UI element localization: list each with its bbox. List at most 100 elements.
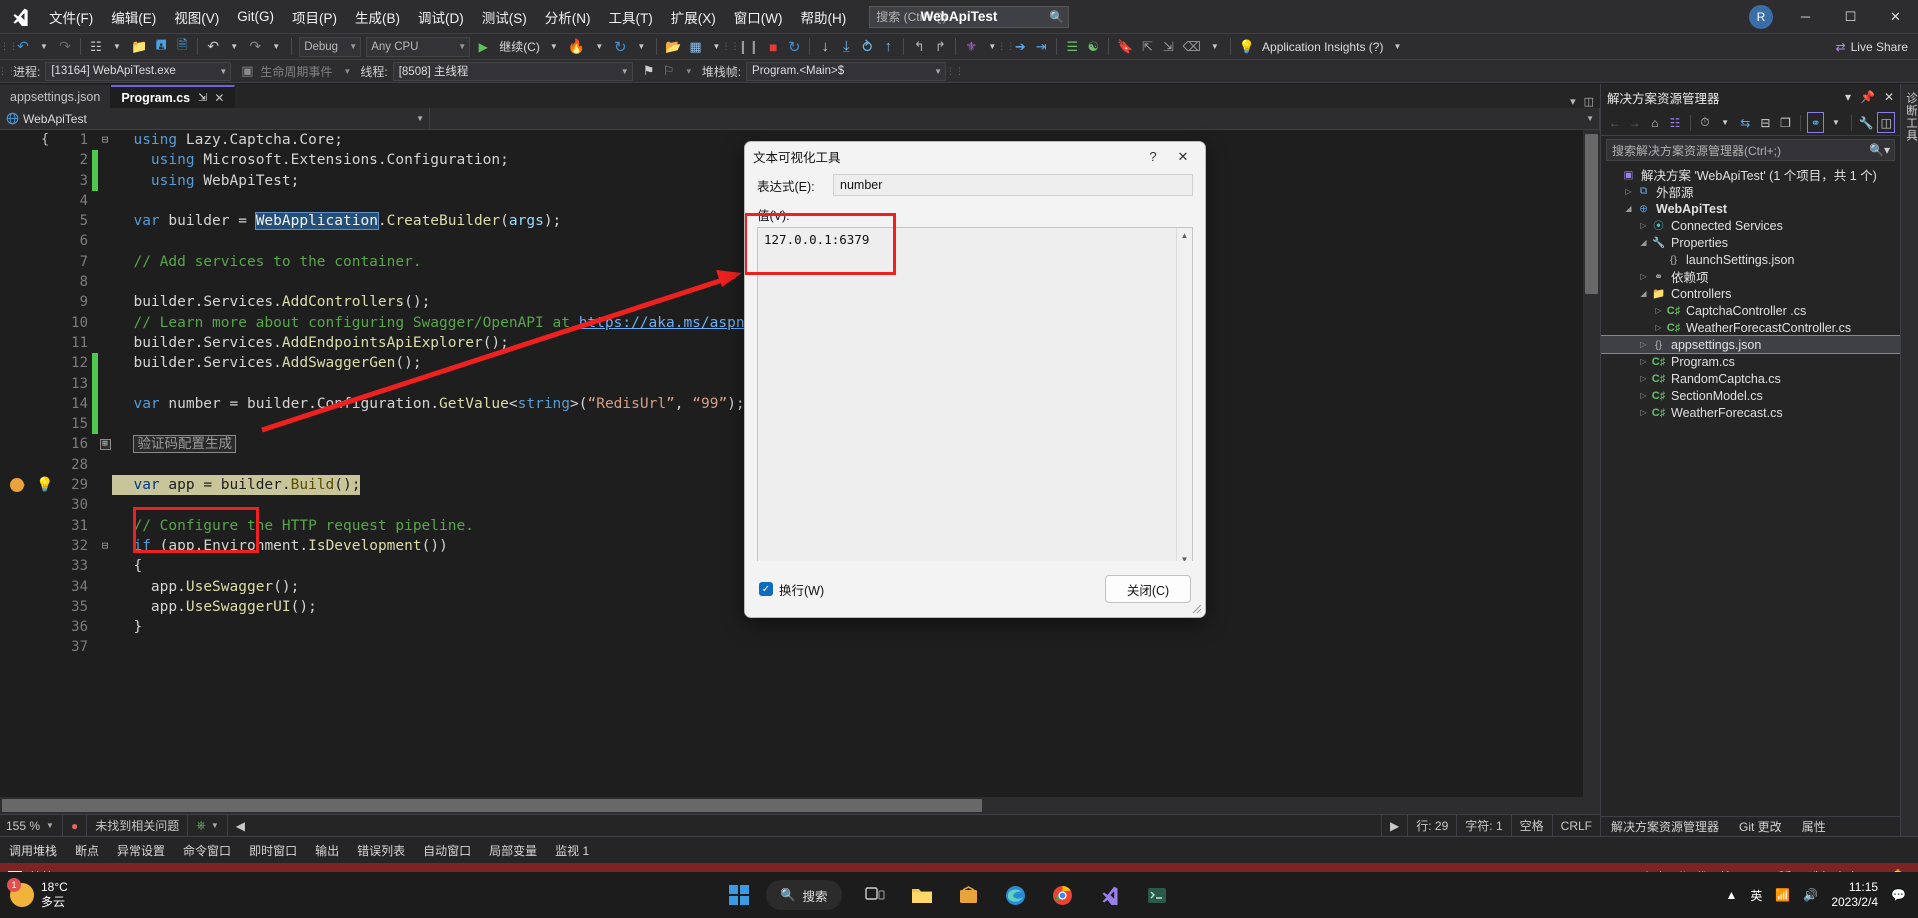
expression-input[interactable]: number xyxy=(833,174,1193,196)
open-file-icon[interactable]: 📁 xyxy=(128,36,150,58)
restart-debug-icon[interactable]: ↻ xyxy=(784,36,804,58)
text-visualizer-dialog[interactable]: 文本可视化工具 ? ✕ 表达式(E): number 值(V): 127.0.0… xyxy=(744,141,1206,618)
code-line[interactable]: 37 xyxy=(0,637,1600,657)
close-button[interactable]: ✕ xyxy=(1873,0,1918,34)
tab-breakpoints[interactable]: 断点 xyxy=(66,837,108,863)
vs-taskbar-button[interactable] xyxy=(1090,876,1130,914)
notification-center-icon[interactable]: 💬 xyxy=(1891,888,1906,902)
tab-overflow-icon[interactable]: ▾ xyxy=(1570,95,1576,108)
store-button[interactable] xyxy=(949,876,989,914)
indentation-indicator[interactable]: 空格 xyxy=(1510,815,1552,836)
tab-locals[interactable]: 局部变量 xyxy=(480,837,546,863)
eol-indicator[interactable]: CRLF xyxy=(1551,815,1600,836)
tree-node[interactable]: ◢ 📁 Controllers xyxy=(1601,285,1900,302)
menu-extensions[interactable]: 扩展(X) xyxy=(662,0,725,33)
attach-process-icon[interactable]: 📂 xyxy=(662,36,684,58)
collapse-twisty-icon[interactable]: ◢ xyxy=(1637,238,1650,247)
forward-icon[interactable]: → xyxy=(1626,112,1643,133)
start-button[interactable] xyxy=(719,876,759,914)
next-bookmark-icon[interactable]: ⇲ xyxy=(1158,36,1178,58)
file-explorer-button[interactable] xyxy=(902,876,942,914)
step-out-icon[interactable]: ↑ xyxy=(878,36,898,58)
lightbulb-icon[interactable]: 💡 xyxy=(36,475,53,495)
collapse-all-icon[interactable]: ⊟ xyxy=(1757,112,1774,133)
tree-node[interactable]: ▣ 解决方案 'WebApiTest' (1 个项目，共 1 个) xyxy=(1601,166,1900,184)
dialog-close-button[interactable]: ✕ xyxy=(1169,146,1197,168)
menu-help[interactable]: 帮助(H) xyxy=(791,0,855,33)
line-ending-tools[interactable]: ⎈ ▼ xyxy=(187,815,227,836)
flag-thread-icon[interactable]: ⚑ xyxy=(639,60,659,82)
toolbar-grip[interactable]: ⋮⋮ xyxy=(0,38,18,56)
step-forward-icon[interactable]: ↱ xyxy=(930,36,950,58)
show-all-files-icon[interactable]: ❐ xyxy=(1777,112,1794,133)
tree-node[interactable]: ▷ {} appsettings.json xyxy=(1601,335,1900,354)
volume-icon[interactable]: 🔊 xyxy=(1803,888,1818,902)
live-share-button[interactable]: ⇄ Live Share xyxy=(1836,40,1918,54)
dialog-resize-grip[interactable] xyxy=(1192,604,1202,614)
solution-configuration-combo[interactable]: Debug ▼ xyxy=(299,36,362,57)
menu-window[interactable]: 窗口(W) xyxy=(725,0,792,33)
lifecycle-events-icon[interactable]: ▣ xyxy=(237,60,257,82)
menu-test[interactable]: 测试(S) xyxy=(473,0,536,33)
expand-twisty-icon[interactable]: ▷ xyxy=(1637,221,1650,230)
clear-bookmarks-icon[interactable]: ⌫ xyxy=(1179,36,1203,58)
code-line[interactable]: 36 } xyxy=(0,617,1600,637)
member-selector[interactable]: ▼ xyxy=(430,107,1600,130)
restart-dropdown-icon[interactable]: ▼ xyxy=(631,36,651,58)
tree-node[interactable]: ▷ ⧉ 外部源 xyxy=(1601,183,1900,200)
menu-file[interactable]: 文件(F) xyxy=(40,0,102,33)
error-indicator[interactable]: ● xyxy=(62,815,86,836)
editor-scroll-thumb[interactable] xyxy=(1585,134,1598,294)
stackframe-combo[interactable]: Program.<Main>$ ▼ xyxy=(746,61,947,81)
menu-view[interactable]: 视图(V) xyxy=(165,0,228,33)
maximize-button[interactable]: ☐ xyxy=(1828,0,1873,34)
navigate-back-icon[interactable]: ↶ xyxy=(13,36,33,58)
menu-git[interactable]: Git(G) xyxy=(228,0,283,33)
chrome-button[interactable] xyxy=(1043,876,1083,914)
zoom-control[interactable]: 155 % ▼ xyxy=(0,819,62,833)
redo-icon[interactable]: ↷ xyxy=(245,36,265,58)
expand-twisty-icon[interactable]: ▷ xyxy=(1622,187,1635,196)
tab-output[interactable]: 输出 xyxy=(306,837,348,863)
glyph-margin[interactable]: 💡 xyxy=(34,475,56,495)
tree-node[interactable]: ▷ C♯ WeatherForecast.cs xyxy=(1601,404,1900,421)
thread-marker-icon[interactable]: ⚜ xyxy=(961,36,981,58)
expand-twisty-icon[interactable]: ▷ xyxy=(1637,340,1650,349)
tree-node[interactable]: ▷ C♯ SectionModel.cs xyxy=(1601,387,1900,404)
undo-icon[interactable]: ↶ xyxy=(203,36,223,58)
tab-solution-explorer[interactable]: 解决方案资源管理器 xyxy=(1601,818,1729,835)
wrap-checkbox-row[interactable]: ✓ 换行(W) xyxy=(759,580,824,599)
step-back-icon[interactable]: ↰ xyxy=(909,36,929,58)
thread-combo[interactable]: [8508] 主线程 ▼ xyxy=(392,61,633,81)
tab-error-list[interactable]: 错误列表 xyxy=(348,837,414,863)
diagnostic-tools-strip[interactable]: 诊断工具 xyxy=(1900,84,1918,836)
view-code-map-icon[interactable]: ⚭ xyxy=(1806,112,1825,133)
debugbar-grip-2[interactable]: ⋮⋮ xyxy=(946,62,964,80)
sync-with-active-icon[interactable]: ⇆ xyxy=(1737,112,1754,133)
solution-icon[interactable]: ☷ xyxy=(1666,112,1683,133)
expand-twisty-icon[interactable]: ▷ xyxy=(1652,323,1665,332)
process-combo[interactable]: [13164] WebApiTest.exe ▼ xyxy=(45,61,232,81)
back-icon[interactable]: ← xyxy=(1606,112,1623,133)
pending-changes-icon[interactable]: ⏱ xyxy=(1696,112,1713,133)
tree-node[interactable]: ◢ 🔧 Properties xyxy=(1601,234,1900,251)
collapse-twisty-icon[interactable]: ◢ xyxy=(1637,289,1650,298)
solution-platform-combo[interactable]: Any CPU ▼ xyxy=(366,36,471,57)
tree-node[interactable]: ▷ C♯ RandomCaptcha.cs xyxy=(1601,370,1900,387)
tab-watch-1[interactable]: 监视 1 xyxy=(546,837,598,863)
save-icon[interactable]: 🖪 xyxy=(151,36,171,58)
undo-dropdown-icon[interactable]: ▼ xyxy=(224,36,244,58)
editor-hscroll-thumb[interactable] xyxy=(2,799,982,812)
pointer-icon[interactable]: ➔ xyxy=(1010,36,1030,58)
new-project-icon[interactable]: ☷ xyxy=(86,36,106,58)
start-dropdown-icon[interactable]: ▼ xyxy=(544,36,564,58)
ime-indicator[interactable]: 英 xyxy=(1750,887,1762,904)
collapsed-region[interactable]: 验证码配置生成 xyxy=(133,435,236,454)
task-view-button[interactable] xyxy=(855,876,895,914)
solution-explorer-search[interactable]: 搜索解决方案资源管理器(Ctrl+;) 🔍▾ xyxy=(1606,139,1895,161)
lifecycle-dropdown-icon[interactable]: ▼ xyxy=(337,60,357,82)
expand-twisty-icon[interactable]: ▷ xyxy=(1652,306,1665,315)
tree-node[interactable]: ▷ C♯ Program.cs xyxy=(1601,353,1900,370)
indent-icon[interactable]: ⇥ xyxy=(1031,36,1051,58)
tab-immediate-window[interactable]: 即时窗口 xyxy=(240,837,306,863)
